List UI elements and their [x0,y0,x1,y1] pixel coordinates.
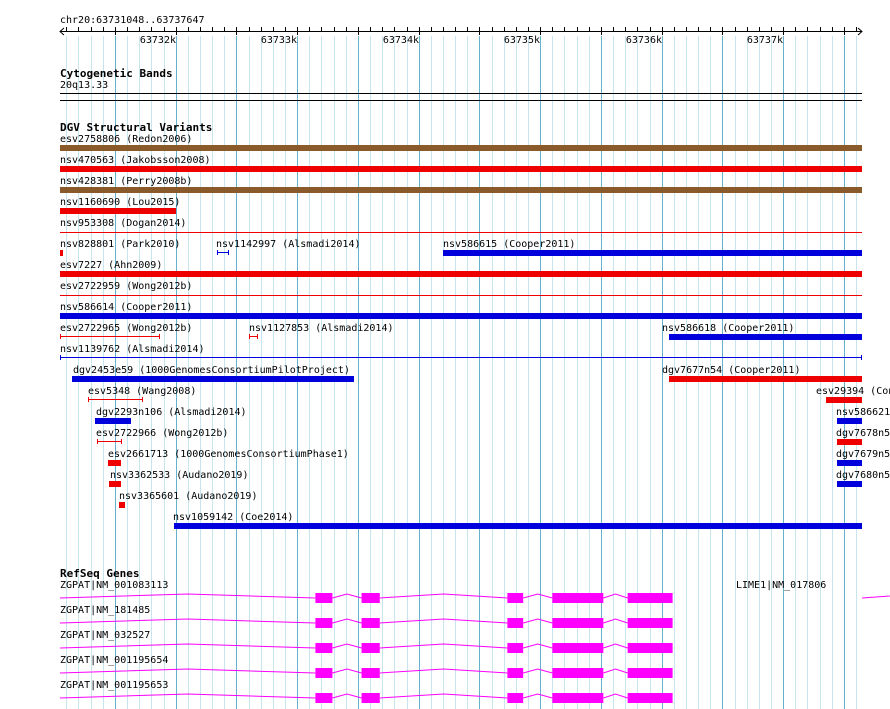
exon-block [315,593,333,603]
intron-line [603,593,628,599]
intron-line [332,618,362,624]
intron-line [332,693,362,699]
exon-block [315,693,333,703]
exon-block [552,593,604,603]
exon-block [315,643,333,653]
intron-line [379,643,508,649]
exon-block [315,618,333,628]
lime1-gene-model[interactable] [861,594,890,599]
intron-line [379,668,508,674]
exon-block [507,643,524,653]
intron-line [523,693,553,699]
intron-line [861,595,890,599]
intron-line [603,668,628,674]
intron-line [59,668,316,674]
zgpat-gene-model[interactable] [59,668,673,678]
intron-line [603,693,628,699]
intron-line [332,668,362,674]
zgpat-gene-model[interactable] [59,618,673,628]
intron-line [523,618,553,624]
exon-block [315,668,333,678]
intron-line [332,643,362,649]
intron-line [59,643,316,649]
intron-line [379,593,508,599]
exon-block [627,693,673,703]
zgpat-gene-model[interactable] [59,693,673,703]
exon-block [507,693,524,703]
refseq-gene-models [59,593,890,703]
exon-block [552,693,604,703]
exon-block [507,618,524,628]
exon-block [361,668,380,678]
exon-block [627,668,673,678]
exon-block [552,643,604,653]
intron-line [59,593,316,599]
exon-block [627,618,673,628]
intron-line [523,643,553,649]
intron-line [523,668,553,674]
exon-block [627,593,673,603]
intron-line [59,618,316,624]
exon-block [361,618,380,628]
zgpat-gene-model[interactable] [59,593,673,603]
exon-block [507,593,524,603]
exon-block [627,643,673,653]
exon-block [361,693,380,703]
zgpat-gene-model[interactable] [59,643,673,653]
exon-block [552,618,604,628]
intron-line [59,693,316,699]
intron-line [379,618,508,624]
exon-block [552,668,604,678]
intron-line [379,693,508,699]
intron-line [603,618,628,624]
exon-block [361,643,380,653]
exon-block [361,593,380,603]
intron-line [603,643,628,649]
track-view: chr20:63731048..63737647 63732k 63733k 637… [0,0,890,709]
intron-line [332,593,362,599]
intron-line [523,593,553,599]
exon-block [507,668,524,678]
